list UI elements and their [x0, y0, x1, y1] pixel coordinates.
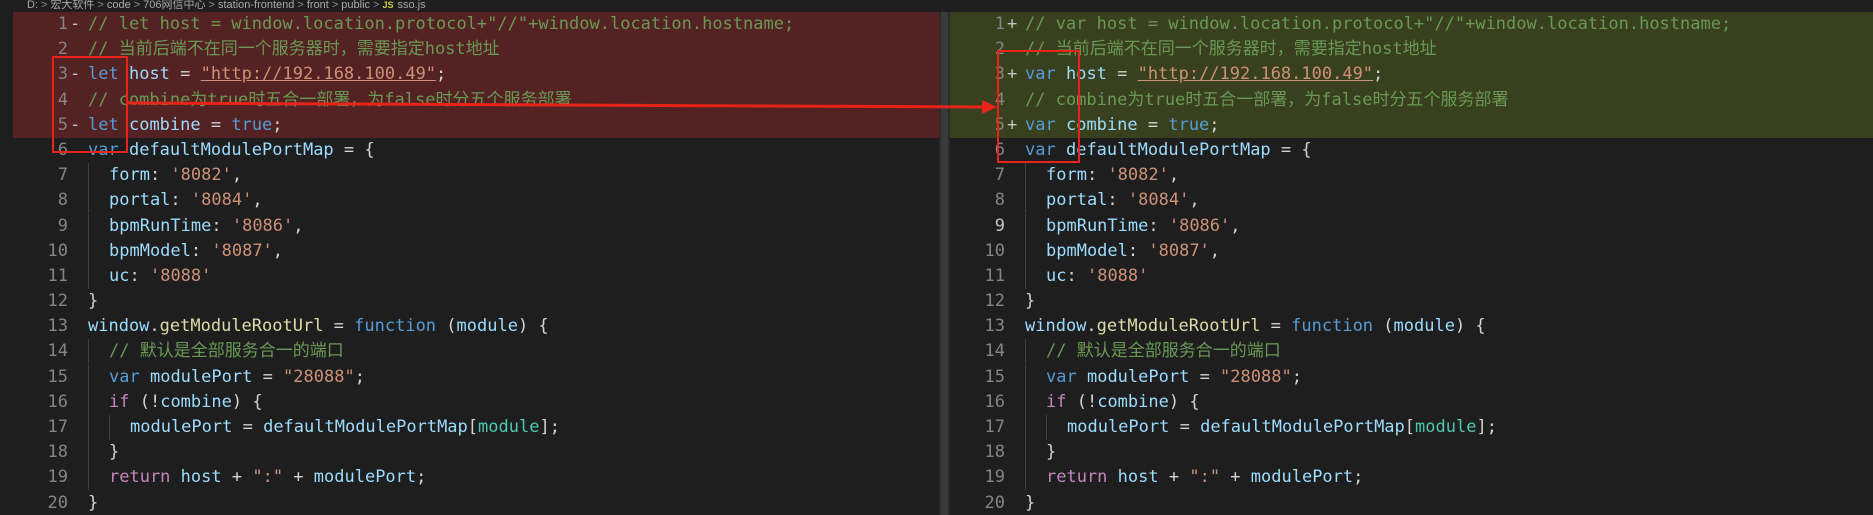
annotation-arrow: [127, 100, 997, 114]
